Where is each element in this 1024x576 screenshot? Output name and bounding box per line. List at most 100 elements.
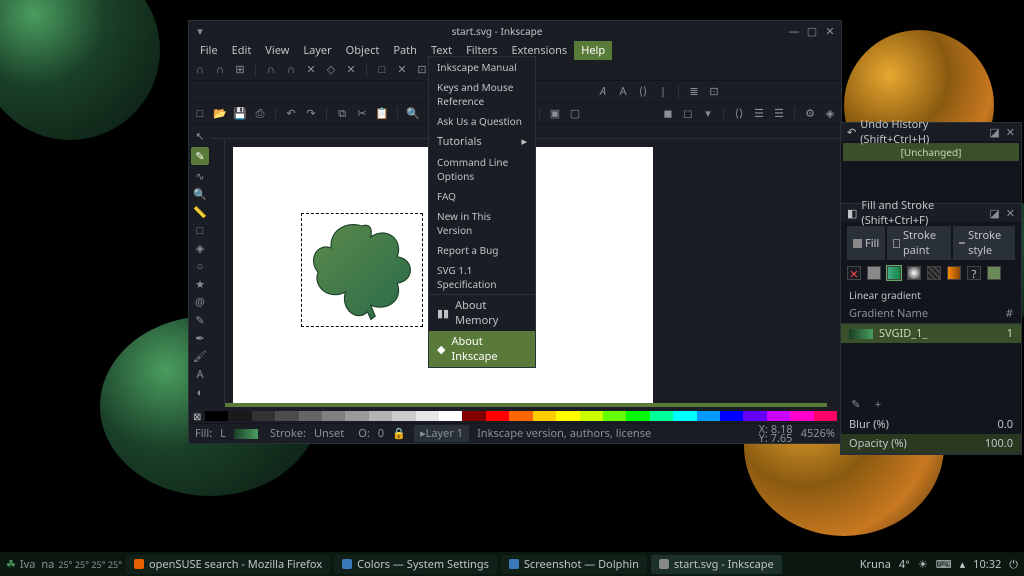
no-paint-swatch[interactable]: ✕ bbox=[847, 266, 861, 280]
palette-swatch[interactable] bbox=[673, 411, 696, 421]
snap-icon[interactable]: □ bbox=[375, 63, 389, 77]
opacity-value[interactable]: 0 bbox=[378, 426, 384, 441]
spacing-icon[interactable]: ⊡ bbox=[707, 85, 721, 99]
chevron-icon[interactable]: ▾ bbox=[701, 107, 715, 121]
opacity-value[interactable]: 100.0 bbox=[985, 436, 1013, 451]
prefs-icon[interactable]: ⚙ bbox=[803, 107, 817, 121]
dock-icon[interactable]: ◪ bbox=[989, 125, 999, 140]
fill-indicator[interactable] bbox=[234, 429, 258, 439]
zoom-level[interactable]: 4526% bbox=[801, 426, 835, 441]
ruler-vertical[interactable] bbox=[211, 139, 225, 403]
redo-icon[interactable]: ↷ bbox=[304, 107, 318, 121]
palette-swatch[interactable] bbox=[697, 411, 720, 421]
save-icon[interactable]: 💾 bbox=[233, 107, 247, 121]
paste-icon[interactable]: 📋 bbox=[375, 107, 389, 121]
menu-item-about[interactable]: ◆About Inkscape bbox=[429, 331, 535, 367]
group-icon[interactable]: ▣ bbox=[548, 107, 562, 121]
docprops-icon[interactable]: ◈ bbox=[823, 107, 837, 121]
zoom-tool-icon[interactable]: 🔍 bbox=[193, 187, 207, 201]
align-icon[interactable]: ≣ bbox=[687, 85, 701, 99]
weather-temp[interactable]: 4° bbox=[899, 557, 910, 572]
no-color-icon[interactable]: ⊠ bbox=[193, 409, 205, 423]
palette-swatch[interactable] bbox=[743, 411, 766, 421]
palette-swatch[interactable] bbox=[790, 411, 813, 421]
palette-swatch[interactable] bbox=[462, 411, 485, 421]
tab-fill[interactable]: Fill bbox=[847, 226, 885, 260]
fill-icon[interactable]: ◼ bbox=[661, 107, 675, 121]
cut-icon[interactable]: ✂ bbox=[355, 107, 369, 121]
menu-item-keys[interactable]: Keys and Mouse Reference bbox=[429, 77, 535, 111]
text-tool-icon[interactable]: A bbox=[193, 367, 207, 381]
maximize-button[interactable]: ▢ bbox=[807, 26, 817, 36]
menu-item-memory[interactable]: ▮▮About Memory bbox=[429, 295, 535, 331]
palette-swatch[interactable] bbox=[299, 411, 322, 421]
open-icon[interactable]: 📂 bbox=[213, 107, 227, 121]
layer-indicator[interactable]: ▸Layer 1 bbox=[414, 425, 469, 442]
palette-swatch[interactable] bbox=[720, 411, 743, 421]
menu-edit[interactable]: Edit bbox=[225, 41, 259, 60]
palette-swatch[interactable] bbox=[345, 411, 368, 421]
unknown-swatch[interactable]: ? bbox=[967, 266, 981, 280]
palette-swatch[interactable] bbox=[392, 411, 415, 421]
bold-icon[interactable]: A bbox=[596, 85, 610, 99]
menu-layer[interactable]: Layer bbox=[296, 41, 338, 60]
menu-item-ask[interactable]: Ask Us a Question bbox=[429, 111, 535, 131]
gradient-tool-icon[interactable]: ◐ bbox=[193, 385, 207, 399]
location-label[interactable]: Kruna bbox=[860, 557, 891, 572]
palette-swatch[interactable] bbox=[205, 411, 228, 421]
pencil-tool-icon[interactable]: ✎ bbox=[193, 313, 207, 327]
unset-swatch[interactable] bbox=[987, 266, 1001, 280]
palette-swatch[interactable] bbox=[603, 411, 626, 421]
start-button[interactable]: ☘ bbox=[6, 557, 16, 572]
zoom-icon[interactable]: 🔍 bbox=[406, 107, 420, 121]
swatch-swatch[interactable] bbox=[947, 266, 961, 280]
pen-tool-icon[interactable]: ✒ bbox=[193, 331, 207, 345]
titlebar[interactable]: ▾ start.svg - Inkscape — ▢ ✕ bbox=[189, 21, 841, 41]
spiral-tool-icon[interactable]: @ bbox=[193, 295, 207, 309]
calligraphy-tool-icon[interactable]: 🖌 bbox=[193, 349, 207, 363]
snap-icon[interactable]: ✕ bbox=[304, 63, 318, 77]
new-icon[interactable]: □ bbox=[193, 107, 207, 121]
rect-tool-icon[interactable]: □ bbox=[193, 223, 207, 237]
palette-swatch[interactable] bbox=[228, 411, 251, 421]
scrollbar-horizontal[interactable] bbox=[225, 403, 827, 407]
menu-item-manual[interactable]: Inkscape Manual bbox=[429, 57, 535, 77]
pattern-swatch[interactable] bbox=[927, 266, 941, 280]
menu-item-new[interactable]: New in This Version bbox=[429, 206, 535, 240]
palette-swatch[interactable] bbox=[322, 411, 345, 421]
snap-icon[interactable]: ∩ bbox=[284, 63, 298, 77]
snap-icon[interactable]: ∩ bbox=[193, 63, 207, 77]
measure-tool-icon[interactable]: 📏 bbox=[193, 205, 207, 219]
layers-icon[interactable]: ☰ bbox=[772, 107, 786, 121]
menu-view[interactable]: View bbox=[258, 41, 296, 60]
selector-tool-icon[interactable]: ↖ bbox=[193, 129, 207, 143]
palette-swatch[interactable] bbox=[439, 411, 462, 421]
task-inkscape[interactable]: start.svg - Inkscape bbox=[651, 555, 782, 574]
selectors-icon[interactable]: ☰ bbox=[752, 107, 766, 121]
app-menu-icon[interactable]: ▾ bbox=[195, 26, 205, 36]
3dbox-tool-icon[interactable]: ◈ bbox=[193, 241, 207, 255]
temps-widget[interactable]: 25° 25° 25° 25° bbox=[58, 558, 122, 571]
snap-icon[interactable]: ✕ bbox=[395, 63, 409, 77]
close-panel-icon[interactable]: ✕ bbox=[1006, 206, 1015, 221]
superscript-icon[interactable]: A bbox=[616, 85, 630, 99]
menu-item-tutorials[interactable]: Tutorials▸ bbox=[429, 131, 535, 152]
close-button[interactable]: ✕ bbox=[825, 26, 835, 36]
copy-icon[interactable]: ⧉ bbox=[335, 107, 349, 121]
flat-swatch[interactable] bbox=[867, 266, 881, 280]
xml-icon[interactable]: ⟨⟩ bbox=[732, 107, 746, 121]
palette-swatch[interactable] bbox=[252, 411, 275, 421]
tab-stroke-paint[interactable]: Stroke paint bbox=[887, 226, 951, 260]
palette-swatch[interactable] bbox=[626, 411, 649, 421]
keyboard-icon[interactable]: ⌨ bbox=[936, 557, 952, 572]
node-tool-icon[interactable]: ✎ bbox=[191, 147, 209, 165]
lock-icon[interactable]: 🔒 bbox=[392, 427, 406, 441]
palette-swatch[interactable] bbox=[509, 411, 532, 421]
minimize-button[interactable]: — bbox=[789, 26, 799, 36]
menu-item-report[interactable]: Report a Bug bbox=[429, 240, 535, 260]
palette-swatch[interactable] bbox=[650, 411, 673, 421]
stroke-icon[interactable]: ◻ bbox=[681, 107, 695, 121]
menu-file[interactable]: File bbox=[193, 41, 225, 60]
user-widget[interactable]: Ivana bbox=[20, 557, 54, 572]
palette-swatch[interactable] bbox=[275, 411, 298, 421]
